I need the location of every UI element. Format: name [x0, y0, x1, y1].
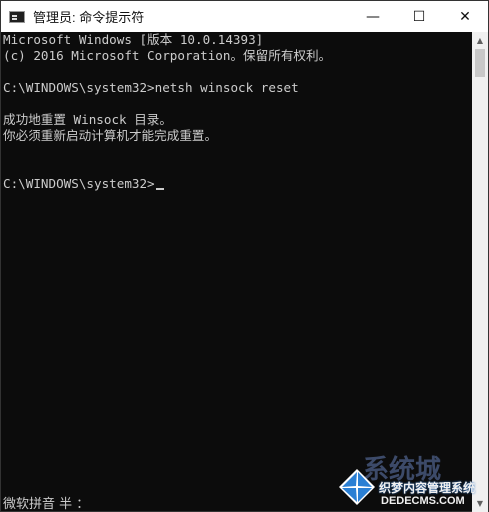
console-line: Microsoft Windows [版本 10.0.14393]	[3, 32, 264, 47]
windows-logo-icon	[339, 469, 375, 505]
watermark-line2: DEDECMS.COM	[381, 495, 465, 507]
cmd-window: 管理员: 命令提示符 — ☐ ✕ Microsoft Windows [版本 1…	[0, 0, 489, 512]
scroll-up-arrow-icon[interactable]: ▲	[472, 32, 488, 49]
text-cursor	[155, 188, 164, 190]
watermark: 系统城 织梦内容管理系统 DEDECMS.COM	[331, 449, 489, 511]
console-line: 成功地重置 Winsock 目录。	[3, 112, 172, 127]
cmd-icon[interactable]	[9, 10, 25, 23]
console-line: 你必须重新启动计算机才能完成重置。	[3, 128, 218, 143]
maximize-button[interactable]: ☐	[396, 1, 442, 32]
window-controls: — ☐ ✕	[350, 1, 488, 32]
watermark-line1: 织梦内容管理系统	[379, 481, 476, 495]
minimize-button[interactable]: —	[350, 1, 396, 32]
console-output[interactable]: Microsoft Windows [版本 10.0.14393] (c) 20…	[1, 32, 473, 512]
console-line: C:\WINDOWS\system32>netsh winsock reset	[3, 80, 299, 95]
close-button[interactable]: ✕	[442, 1, 488, 32]
vertical-scrollbar[interactable]: ▲ ▼	[472, 32, 488, 512]
scrollbar-thumb[interactable]	[475, 49, 485, 77]
title-bar[interactable]: 管理员: 命令提示符 — ☐ ✕	[1, 1, 488, 32]
prompt-line[interactable]: C:\WINDOWS\system32>	[3, 176, 473, 192]
window-title: 管理员: 命令提示符	[33, 10, 145, 25]
console-line: (c) 2016 Microsoft Corporation。保留所有权利。	[3, 48, 332, 63]
prompt-text: C:\WINDOWS\system32>	[3, 176, 155, 191]
ime-status-bar: 微软拼音 半 ：	[3, 497, 90, 512]
